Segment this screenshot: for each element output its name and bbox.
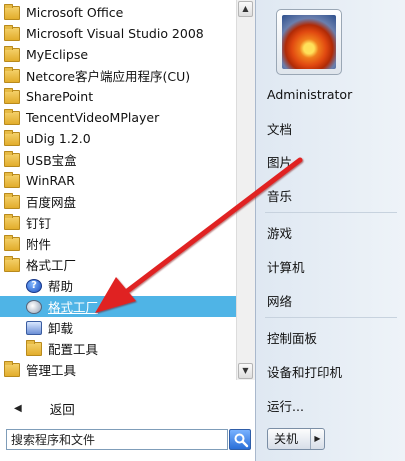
folder-icon bbox=[4, 66, 20, 83]
programs-scrollbar[interactable]: ▲ ▼ bbox=[236, 0, 255, 380]
program-item-microsoft-office[interactable]: Microsoft Office bbox=[0, 2, 236, 23]
format-factory-icon bbox=[26, 299, 42, 314]
folder-icon bbox=[4, 213, 20, 230]
documents-link[interactable]: 文档 bbox=[256, 116, 405, 140]
menu-divider bbox=[265, 212, 397, 213]
network-label: 网络 bbox=[267, 293, 293, 309]
program-item-admin-tools[interactable]: 管理工具 bbox=[0, 359, 236, 380]
program-item-accessories[interactable]: 附件 bbox=[0, 233, 236, 254]
program-item-uninstall[interactable]: 卸载 bbox=[0, 317, 236, 338]
help-icon: ? bbox=[26, 278, 42, 293]
program-label: SharePoint bbox=[26, 89, 94, 104]
program-label: Microsoft Visual Studio 2008 bbox=[26, 26, 204, 41]
program-item-visual-studio[interactable]: Microsoft Visual Studio 2008 bbox=[0, 23, 236, 44]
uninstall-icon bbox=[26, 320, 42, 335]
back-arrow-icon: ◀ bbox=[14, 402, 22, 414]
scroll-up-arrow-icon[interactable]: ▲ bbox=[238, 1, 253, 17]
folder-icon bbox=[4, 108, 20, 125]
music-link[interactable]: 音乐 bbox=[256, 183, 405, 207]
shutdown-options-arrow-icon[interactable]: ▶ bbox=[310, 429, 324, 449]
music-label: 音乐 bbox=[267, 188, 293, 204]
program-label: 管理工具 bbox=[26, 363, 77, 378]
start-menu-right-pane: Administrator 文档 图片 音乐 游戏 计算机 网络 控制面板 设备… bbox=[256, 0, 405, 461]
folder-icon bbox=[4, 45, 20, 62]
shutdown-label: 关机 bbox=[274, 432, 299, 446]
program-label: 卸载 bbox=[48, 321, 74, 336]
scroll-down-arrow-icon[interactable]: ▼ bbox=[238, 363, 253, 379]
program-item-sharepoint[interactable]: SharePoint bbox=[0, 86, 236, 107]
program-item-dingding[interactable]: 钉钉 bbox=[0, 212, 236, 233]
pictures-link[interactable]: 图片 bbox=[256, 149, 405, 173]
devices-printers-label: 设备和打印机 bbox=[267, 364, 343, 380]
user-name: Administrator bbox=[267, 86, 353, 102]
program-label: Netcore客户端应用程序(CU) bbox=[26, 69, 191, 84]
program-label: 钉钉 bbox=[26, 216, 52, 231]
avatar bbox=[282, 15, 336, 69]
program-label: TencentVideoMPlayer bbox=[26, 110, 160, 125]
program-item-baidu[interactable]: 百度网盘 bbox=[0, 191, 236, 212]
program-label: Microsoft Office bbox=[26, 5, 124, 20]
program-item-usb[interactable]: USB宝盒 bbox=[0, 149, 236, 170]
program-item-udig[interactable]: uDig 1.2.0 bbox=[0, 128, 236, 149]
folder-icon bbox=[4, 24, 20, 41]
program-item-format-factory-folder[interactable]: 格式工厂 bbox=[0, 254, 236, 275]
program-item-winrar[interactable]: WinRAR bbox=[0, 170, 236, 191]
games-link[interactable]: 游戏 bbox=[256, 220, 405, 244]
user-picture-frame[interactable] bbox=[276, 9, 342, 75]
all-programs-list: Microsoft Office Microsoft Visual Studio… bbox=[0, 0, 236, 380]
network-link[interactable]: 网络 bbox=[256, 288, 405, 312]
program-item-myeclipse[interactable]: MyEclipse bbox=[0, 44, 236, 65]
folder-icon bbox=[4, 3, 20, 20]
folder-icon bbox=[4, 234, 20, 251]
scrollbar-track[interactable] bbox=[239, 20, 252, 350]
search-icon bbox=[234, 433, 249, 448]
program-item-help[interactable]: ? 帮助 bbox=[0, 275, 236, 296]
program-item-format-factory[interactable]: 格式工厂 bbox=[0, 296, 236, 317]
shutdown-button[interactable]: 关机 ▶ bbox=[267, 428, 325, 450]
games-label: 游戏 bbox=[267, 225, 293, 241]
computer-label: 计算机 bbox=[267, 259, 305, 275]
program-label: USB宝盒 bbox=[26, 153, 77, 168]
program-label: 帮助 bbox=[48, 279, 74, 294]
search-input[interactable] bbox=[6, 429, 228, 450]
devices-printers-link[interactable]: 设备和打印机 bbox=[256, 359, 405, 383]
control-panel-label: 控制面板 bbox=[267, 330, 318, 346]
program-label: MyEclipse bbox=[26, 47, 89, 62]
folder-icon bbox=[4, 192, 20, 209]
program-label: WinRAR bbox=[26, 173, 75, 188]
program-label: 百度网盘 bbox=[26, 195, 77, 210]
control-panel-link[interactable]: 控制面板 bbox=[256, 325, 405, 349]
start-menu-left-pane: Microsoft Office Microsoft Visual Studio… bbox=[0, 0, 256, 461]
back-button[interactable]: ◀ 返回 bbox=[0, 395, 254, 421]
search-button[interactable] bbox=[229, 429, 251, 450]
program-item-config-tool[interactable]: 配置工具 bbox=[0, 338, 236, 359]
folder-icon bbox=[4, 255, 20, 272]
pictures-label: 图片 bbox=[267, 154, 293, 170]
computer-link[interactable]: 计算机 bbox=[256, 254, 405, 278]
program-item-tencentvideo[interactable]: TencentVideoMPlayer bbox=[0, 107, 236, 128]
program-label: uDig 1.2.0 bbox=[26, 131, 91, 146]
folder-icon bbox=[4, 129, 20, 146]
documents-label: 文档 bbox=[267, 121, 293, 137]
program-item-netcore[interactable]: Netcore客户端应用程序(CU) bbox=[0, 65, 236, 86]
menu-divider bbox=[265, 317, 397, 318]
run-link[interactable]: 运行... bbox=[256, 393, 405, 417]
folder-icon bbox=[4, 171, 20, 188]
search-box bbox=[6, 429, 251, 450]
program-label: 附件 bbox=[26, 237, 52, 252]
folder-icon bbox=[4, 360, 20, 377]
user-folder-link[interactable]: Administrator bbox=[256, 82, 405, 106]
program-label: 格式工厂 bbox=[48, 300, 99, 315]
run-label: 运行... bbox=[267, 398, 304, 414]
program-label: 配置工具 bbox=[48, 342, 99, 357]
folder-icon bbox=[4, 87, 20, 104]
folder-icon bbox=[4, 150, 20, 167]
folder-icon bbox=[26, 339, 42, 356]
back-label: 返回 bbox=[49, 401, 75, 417]
program-label: 格式工厂 bbox=[26, 258, 77, 273]
